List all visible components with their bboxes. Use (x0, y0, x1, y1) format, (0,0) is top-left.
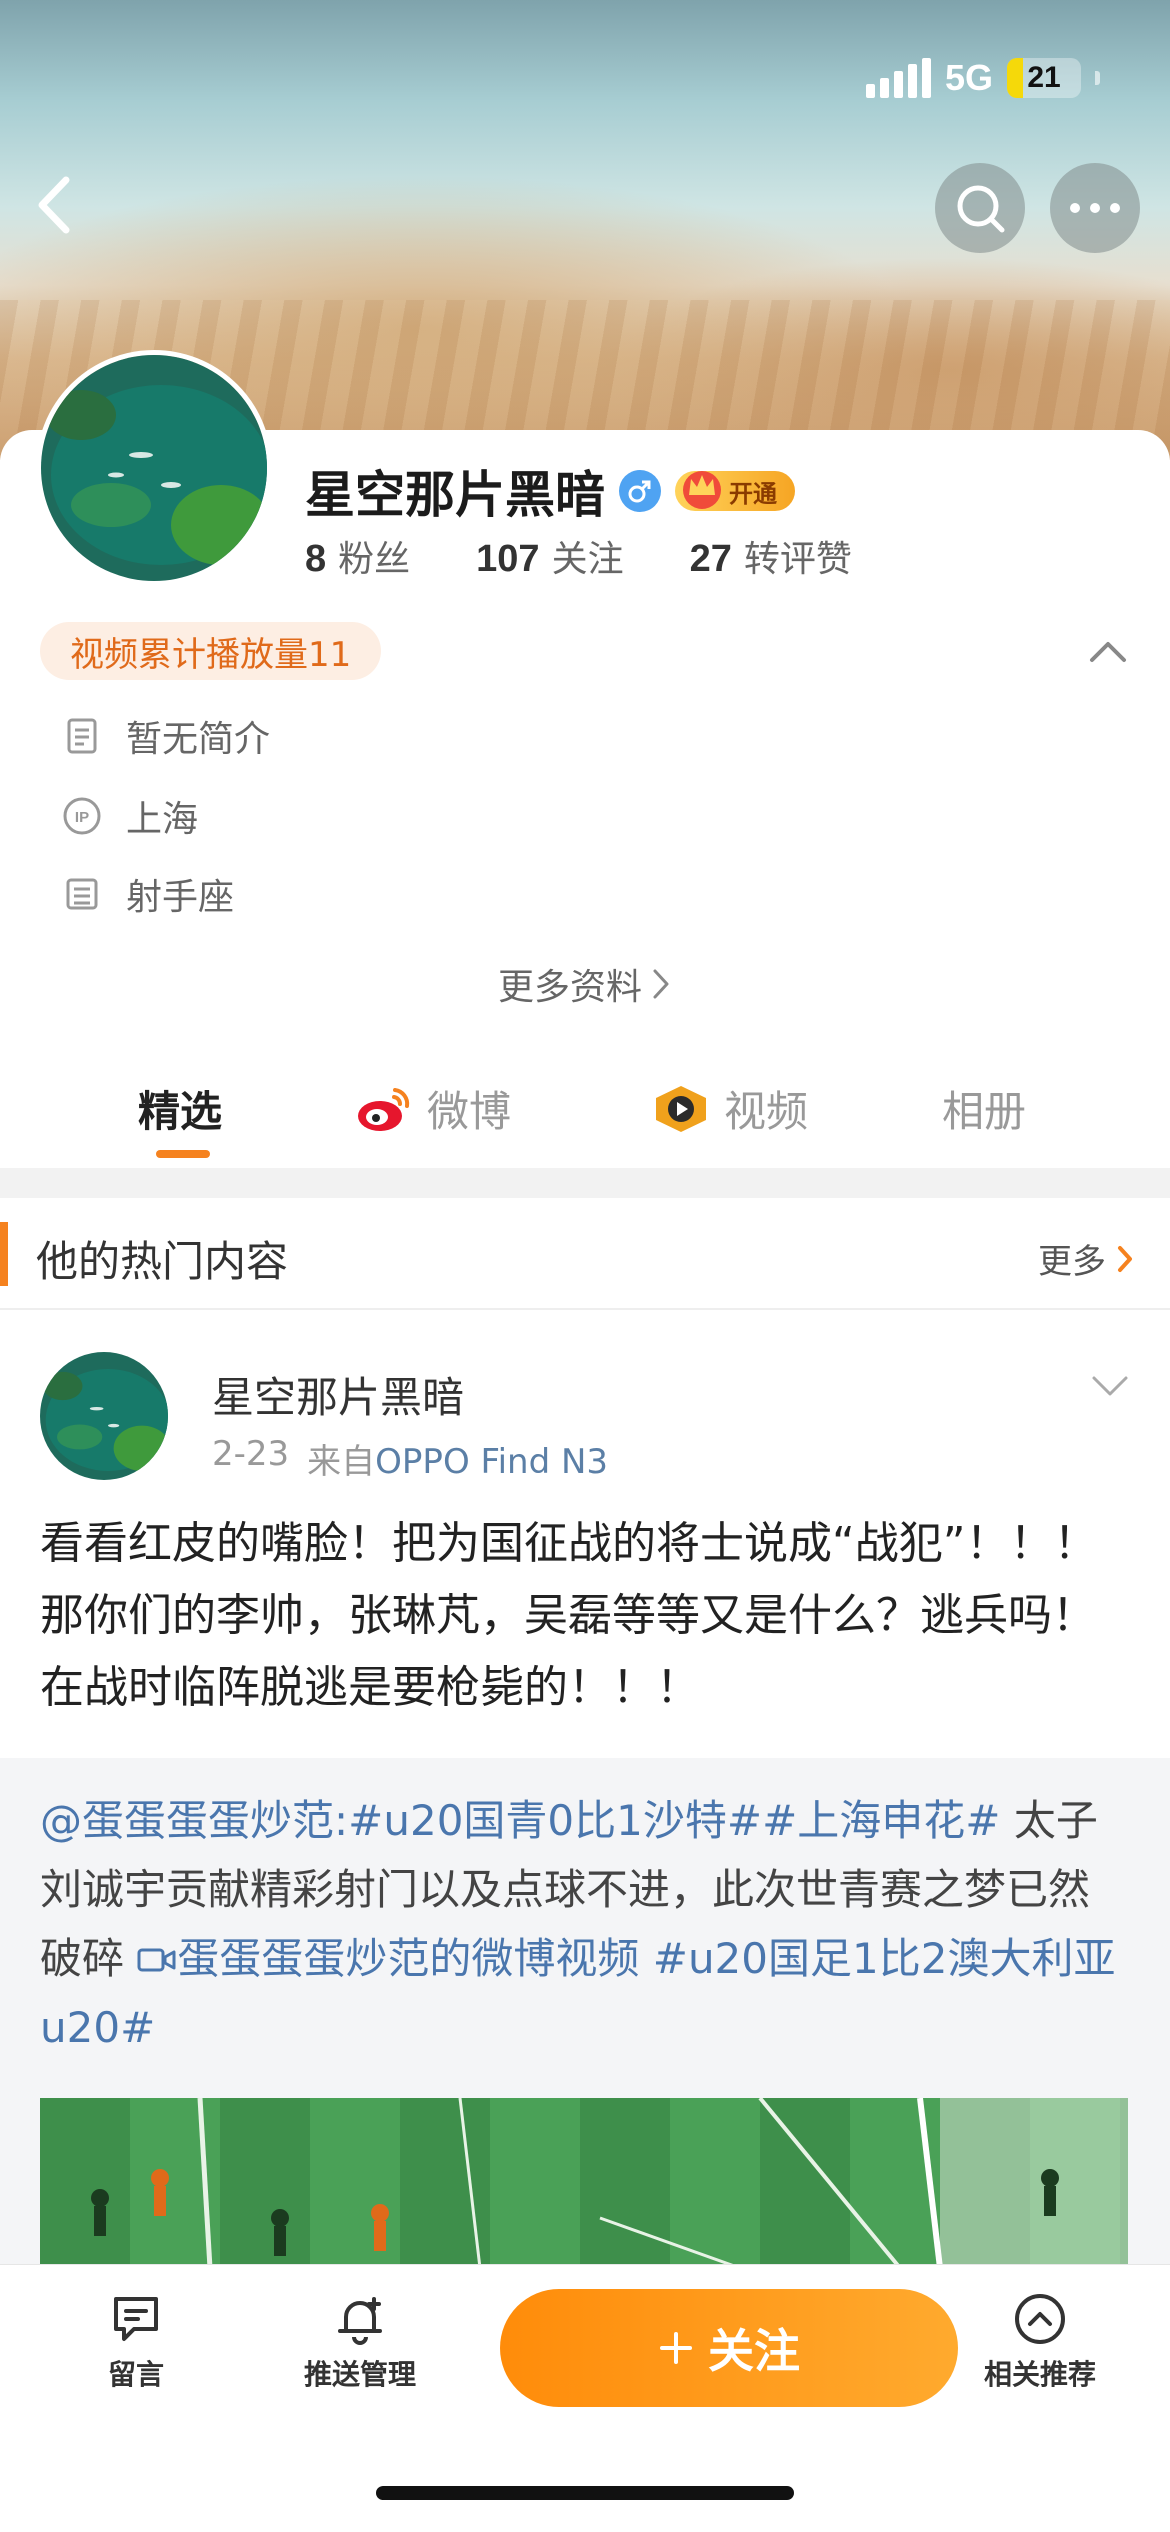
more-info-link[interactable]: 更多资料 (0, 958, 1170, 1010)
video-thumbnail[interactable] (40, 2098, 1128, 2268)
post-avatar[interactable] (40, 1352, 168, 1480)
svg-text:IP: IP (75, 809, 89, 826)
more-horizontal-icon (1070, 203, 1120, 213)
info-text: 暂无简介 (126, 719, 271, 760)
hot-content-header: 他的热门内容 更多 (0, 1198, 1170, 1310)
crown-icon (683, 471, 721, 509)
stats-row: 8 粉丝 107 关注 27 转评赞 (305, 530, 852, 582)
tab-video[interactable]: 视频 (652, 1078, 808, 1139)
hashtag-link[interactable]: #上海申花# (762, 1796, 1000, 1845)
battery-fill (1007, 58, 1023, 98)
network-label: 5G (944, 57, 993, 98)
chevron-left-icon (38, 176, 70, 234)
post-meta: 2-23 来自OPPO Find N3 (212, 1434, 608, 1483)
related-label: 相关推荐 (984, 2358, 1097, 2391)
vip-label: 开通 (729, 479, 777, 508)
stat-value: 8 (305, 538, 327, 580)
battery-level: 21 (1027, 61, 1061, 94)
active-tab-indicator (156, 1150, 210, 1158)
document-icon (67, 718, 97, 754)
tab-label: 精选 (138, 1087, 223, 1136)
repost-block[interactable]: @蛋蛋蛋蛋炒范:#u20国青0比1沙特##上海申花# 太子刘诚宇贡献精彩射门以及… (0, 1758, 1170, 2268)
stat-label: 转评赞 (743, 539, 852, 580)
stat-label: 关注 (551, 539, 624, 580)
avatar-image (41, 355, 267, 581)
chevron-up-icon (1090, 642, 1126, 662)
mention-link[interactable]: @蛋蛋蛋蛋炒范 (40, 1796, 334, 1845)
stat-label: 粉丝 (338, 539, 411, 580)
calendar-icon (66, 878, 98, 910)
info-bio: 暂无简介 (62, 710, 270, 762)
stat-following[interactable]: 107 关注 (476, 530, 623, 582)
stat-value: 107 (476, 538, 540, 580)
stat-interactions[interactable]: 27 转评赞 (690, 530, 852, 582)
ip-icon: IP (63, 797, 101, 835)
back-button[interactable] (30, 170, 80, 240)
hot-content-more-link[interactable]: 更多 (1038, 1234, 1134, 1283)
plus-icon (660, 2332, 692, 2364)
info-zodiac: 射手座 (62, 868, 234, 920)
message-label: 留言 (108, 2358, 165, 2391)
search-button[interactable] (935, 163, 1025, 253)
mention-colon: : (334, 1796, 349, 1845)
post-options-button[interactable] (1090, 1372, 1130, 1400)
bell-icon (338, 2297, 382, 2345)
stat-value: 27 (689, 538, 732, 580)
tab-label: 相册 (942, 1087, 1027, 1136)
chevron-right-icon (1118, 1245, 1132, 1272)
video-channel-icon (656, 1085, 706, 1132)
username: 星空那片黑暗 (305, 466, 605, 524)
more-label: 更多 (1038, 1242, 1106, 1282)
status-bar: 5G 21 (865, 48, 1100, 108)
avatar[interactable] (36, 350, 272, 586)
circle-chevron-up-icon (1015, 2294, 1065, 2344)
related-recommend-button[interactable]: 相关推荐 (984, 2291, 1096, 2393)
post-author[interactable]: 星空那片黑暗 (212, 1364, 464, 1425)
tab-featured[interactable]: 精选 (138, 1078, 222, 1139)
tab-label: 微博 (427, 1087, 512, 1136)
push-label: 推送管理 (304, 2358, 417, 2391)
info-ip-location: IP 上海 (62, 790, 198, 842)
more-button[interactable] (1050, 163, 1140, 253)
post-device[interactable]: OPPO Find N3 (375, 1442, 608, 1482)
collapse-button[interactable] (1086, 632, 1130, 672)
tab-weibo[interactable]: 微博 (355, 1078, 511, 1139)
follow-label: 关注 (708, 2325, 800, 2377)
stat-followers[interactable]: 8 粉丝 (305, 530, 410, 582)
battery-icon: 21 (1007, 58, 1081, 98)
post-text: 看看红皮的嘴脸！把为国征战的将士说成“战犯”！！！那你们的李帅，张琳芃，吴磊等等… (40, 1518, 1098, 1713)
tab-label: 视频 (724, 1087, 809, 1136)
video-link[interactable]: 蛋蛋蛋蛋炒范的微博视频 (177, 1934, 639, 1983)
video-link-icon (137, 1948, 176, 1972)
signal-icon (865, 58, 931, 98)
post-source-prefix: 来自 (307, 1442, 376, 1482)
push-settings-button[interactable]: 推送管理 (304, 2291, 416, 2393)
chat-icon (114, 2297, 158, 2341)
male-icon (619, 470, 661, 512)
message-button[interactable]: 留言 (108, 2291, 164, 2393)
hashtag-link[interactable]: #u20国青0比1沙特# (348, 1796, 762, 1845)
info-text: 射手座 (126, 877, 235, 918)
avatar-image (40, 1352, 168, 1480)
home-indicator (376, 2486, 794, 2500)
search-icon (957, 185, 1005, 233)
weibo-icon (358, 1087, 410, 1131)
chevron-right-icon (653, 969, 669, 999)
info-text: 上海 (126, 799, 199, 840)
post-card[interactable]: 星空那片黑暗 2-23 来自OPPO Find N3 看看红皮的嘴脸！把为国征战… (0, 1312, 1170, 2268)
section-accent-bar (0, 1222, 8, 1286)
more-info-label: 更多资料 (497, 967, 642, 1008)
name-row: 星空那片黑暗 开通 (305, 455, 795, 527)
football-field-image (91, 2098, 1128, 2268)
vip-badge[interactable]: 开通 (675, 471, 795, 511)
section-divider (0, 1168, 1170, 1198)
post-date: 2-23 (212, 1434, 290, 1474)
tab-album[interactable]: 相册 (942, 1078, 1026, 1139)
hot-content-title: 他的热门内容 (36, 1237, 289, 1286)
repost-text: @蛋蛋蛋蛋炒范:#u20国青0比1沙特##上海申花# 太子刘诚宇贡献精彩射门以及… (40, 1786, 1130, 2062)
chevron-down-icon (1092, 1376, 1128, 1396)
video-play-count-badge[interactable]: 视频累计播放量11 (40, 622, 382, 680)
follow-button[interactable]: 关注 (500, 2289, 958, 2407)
battery-cap (1095, 71, 1100, 85)
